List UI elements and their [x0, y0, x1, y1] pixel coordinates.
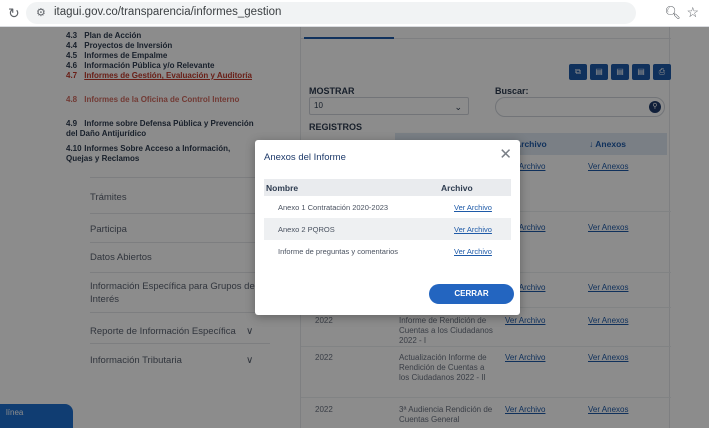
list-item: Anexo 1 Contratación 2020-2023 Ver Archi…	[264, 196, 511, 218]
browser-toolbar: ↻ ⚙ itagui.gov.co/transparencia/informes…	[0, 0, 709, 27]
anexos-table: Nombre Archivo Anexo 1 Contratación 2020…	[264, 179, 511, 262]
ver-archivo-link[interactable]: Ver Archivo	[454, 203, 492, 212]
col-nombre: Nombre	[266, 183, 299, 193]
close-button[interactable]: CERRAR	[429, 284, 514, 304]
list-item: Anexo 2 PQROS Ver Archivo	[264, 218, 511, 240]
ver-archivo-link[interactable]: Ver Archivo	[454, 247, 492, 256]
anexo-name: Informe de preguntas y comentarios	[278, 247, 399, 256]
ver-archivo-link[interactable]: Ver Archivo	[454, 225, 492, 234]
reload-icon[interactable]: ↻	[8, 5, 20, 22]
col-archivo: Archivo	[441, 183, 473, 193]
modal-title: Anexos del Informe	[264, 152, 346, 163]
anexo-name: Anexo 2 PQROS	[278, 225, 335, 234]
modal-table-header: Nombre Archivo	[264, 179, 511, 196]
anexos-modal: Anexos del Informe ✕ Nombre Archivo Anex…	[255, 140, 520, 315]
url-text[interactable]: itagui.gov.co/transparencia/informes_ges…	[54, 6, 281, 18]
list-item: Informe de preguntas y comentarios Ver A…	[264, 240, 511, 262]
bookmark-star-icon[interactable]: ☆	[686, 4, 699, 21]
close-icon[interactable]: ✕	[499, 145, 512, 163]
site-info-icon[interactable]: ⚙	[36, 6, 46, 19]
address-bar[interactable]: ⚙ itagui.gov.co/transparencia/informes_g…	[26, 2, 636, 24]
anexo-name: Anexo 1 Contratación 2020-2023	[278, 203, 389, 212]
zoom-icon[interactable]: 🔍︎	[664, 5, 681, 21]
